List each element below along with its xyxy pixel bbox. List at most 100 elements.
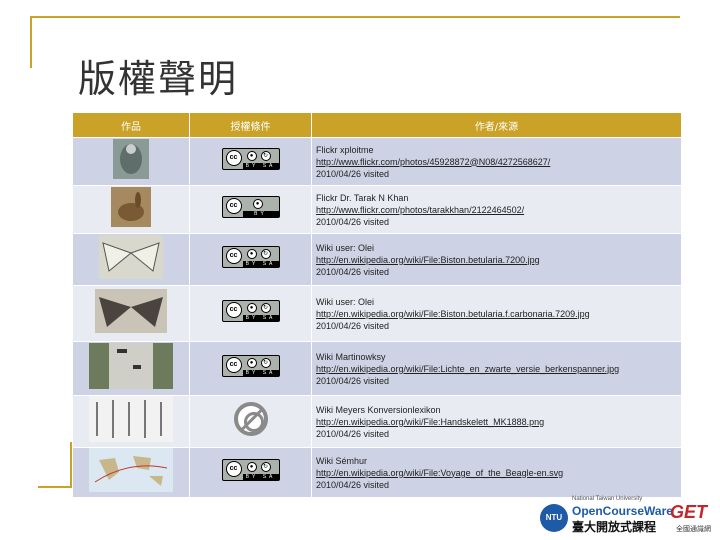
visited-date: 2010/04/26 visited [316,375,390,386]
dark-moth-photo [89,289,173,333]
author-name: Flickr xploitme [316,144,374,155]
source-link[interactable]: http://www.flickr.com/photos/tarakkhan/2… [316,204,677,216]
author-name: Wiki Sémhur [316,455,368,466]
source-info: Wiki Meyers Konversionlexikon http://en.w… [312,404,681,440]
source-cell: Wiki Meyers Konversionlexikon http://en.w… [311,395,682,448]
license-cell: cc ● ↻ BY SA [189,233,312,286]
license-cell: cc ● BY [189,185,312,234]
source-cell: Wiki Martinowksy http://en.wikipedia.org/… [311,341,682,396]
ocw-logo-text: OpenCourseWare [572,504,673,518]
license-cell: cc ● ↻ BY SA [189,137,312,186]
sa-share-alike-icon: ↻ [260,151,271,161]
sa-share-alike-icon: ↻ [260,249,271,259]
source-cell: Wiki Sémhur http://en.wikipedia.org/wiki/… [311,447,682,498]
cc-logo: cc [225,248,242,264]
frame-top-line [30,16,680,18]
cc-by-sa-badge[interactable]: cc ● ↻ BY SA [221,355,280,377]
public-domain-icon [233,402,268,436]
sa-share-alike-icon: ↻ [260,358,271,368]
tree-bark-photo [89,343,173,389]
by-attribution-icon: ● [246,303,257,313]
cc-logo: cc [225,302,242,318]
work-cell [72,233,190,286]
cc-by-sa-label: BY SA [242,370,279,376]
source-link[interactable]: http://en.wikipedia.org/wiki/File:Handsk… [316,416,677,428]
university-name: National Taiwan University [572,496,643,502]
cc-by-sa-label: BY SA [242,163,279,169]
visited-date: 2010/04/26 visited [316,320,390,331]
source-info: Wiki user: Olei http://en.wikipedia.org/w… [312,242,681,278]
source-cell: Flickr Dr. Tarak N Khan http://www.flickr… [311,185,682,234]
page-title: 版權聲明 [78,57,239,101]
license-cell: cc ● ↻ BY SA [189,341,312,396]
author-name: Wiki Martinowksy [316,351,386,362]
visited-date: 2010/04/26 visited [316,428,390,439]
work-cell [72,185,190,234]
work-cell [72,285,190,342]
work-cell [72,447,190,498]
get-subtitle: 全國通識網 [676,526,711,533]
visited-date: 2010/04/26 visited [316,216,390,227]
by-attribution-icon: ● [246,151,257,161]
header-source: 作者/來源 [311,112,682,138]
author-name: Wiki user: Olei [316,242,375,253]
license-cell [189,395,312,448]
rabbit-photo [89,187,173,227]
table-header-row: 作品 授權條件 作者/來源 [72,112,682,138]
visited-date: 2010/04/26 visited [316,479,390,490]
get-logo: GET [670,502,708,522]
copyright-table: 作品 授權條件 作者/來源 cc ● ↻ BY SA Flickr xploitme ht… [72,112,682,498]
work-cell [72,341,190,396]
source-info: Flickr Dr. Tarak N Khan http://www.flickr… [312,192,681,228]
header-license: 授權條件 [189,112,312,138]
license-cell: cc ● ↻ BY SA [189,447,312,498]
source-info: Wiki user: Olei http://en.wikipedia.org/w… [312,296,681,332]
light-moth-photo [89,235,173,279]
table-row: Wiki Meyers Konversionlexikon http://en.w… [72,395,682,448]
sa-share-alike-icon: ↻ [260,462,271,472]
cc-logo: cc [225,461,242,477]
author-name: Flickr Dr. Tarak N Khan [316,192,409,203]
cc-by-sa-badge[interactable]: cc ● ↻ BY SA [221,246,280,268]
cc-by-sa-label: BY SA [242,261,279,267]
table-row: cc ● ↻ BY SA Wiki Martinowksy http://en.wikip… [72,341,682,396]
source-link[interactable]: http://en.wikipedia.org/wiki/File:Biston… [316,254,677,266]
bird-photo [89,139,173,179]
table-row: cc ● BY Flickr Dr. Tarak N Khan http://www.f… [72,185,682,234]
frame-left-line [30,16,32,68]
sa-share-alike-icon: ↻ [260,303,271,313]
cc-logo: cc [225,357,242,373]
by-attribution-icon: ● [246,249,257,259]
by-attribution-icon: ● [252,199,263,209]
cc-by-sa-label: BY SA [242,474,279,480]
source-cell: Wiki user: Olei http://en.wikipedia.org/w… [311,285,682,342]
table-row: cc ● ↻ BY SA Wiki Sémhur http://en.wikipedia.… [72,447,682,498]
cc-by-badge[interactable]: cc ● BY [221,196,280,218]
cc-by-sa-badge[interactable]: cc ● ↻ BY SA [221,300,280,322]
table-row: cc ● ↻ BY SA Wiki user: Olei http://en.wikipe… [72,233,682,286]
cc-by-sa-badge[interactable]: cc ● ↻ BY SA [221,148,280,170]
source-info: Wiki Martinowksy http://en.wikipedia.org/… [312,351,681,387]
source-link[interactable]: http://en.wikipedia.org/wiki/File:Biston… [316,308,677,320]
source-link[interactable]: http://en.wikipedia.org/wiki/File:Lichte… [316,363,677,375]
by-attribution-icon: ● [246,358,257,368]
source-cell: Wiki user: Olei http://en.wikipedia.org/w… [311,233,682,286]
source-cell: Flickr xploitme http://www.flickr.com/pho… [311,137,682,186]
source-link[interactable]: http://en.wikipedia.org/wiki/File:Voyage… [316,467,677,479]
header-work: 作品 [72,112,190,138]
source-link[interactable]: http://www.flickr.com/photos/45928872@N0… [316,156,677,168]
ocw-chinese-name: 臺大開放式課程 [572,520,657,534]
source-info: Wiki Sémhur http://en.wikipedia.org/wiki/… [312,455,681,491]
work-cell [72,395,190,448]
table-row: cc ● ↻ BY SA Wiki user: Olei http://en.wikipe… [72,285,682,342]
visited-date: 2010/04/26 visited [316,266,390,277]
cc-by-sa-badge[interactable]: cc ● ↻ BY SA [221,459,280,481]
visited-date: 2010/04/26 visited [316,168,390,179]
cc-by-label: BY [242,211,279,217]
cc-logo: cc [225,150,242,166]
source-info: Flickr xploitme http://www.flickr.com/pho… [312,144,681,180]
author-name: Wiki user: Olei [316,296,375,307]
cc-logo: cc [225,198,242,214]
cc-by-sa-label: BY SA [242,315,279,321]
table-row: cc ● ↻ BY SA Flickr xploitme http://www.flick… [72,137,682,186]
